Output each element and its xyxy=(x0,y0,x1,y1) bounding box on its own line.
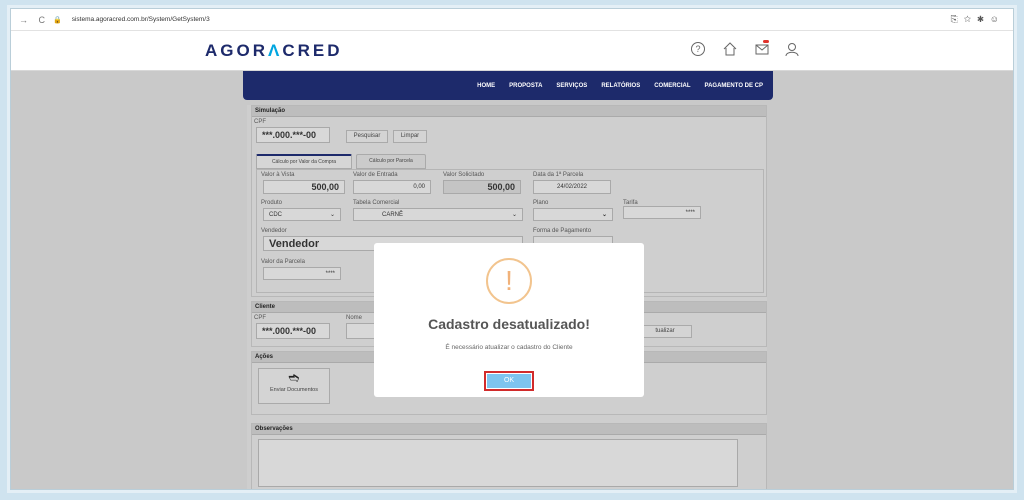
ok-button[interactable]: OK xyxy=(484,371,534,391)
browser-toolbar: → C 🔒 sistema.agoracred.com.br/System/Ge… xyxy=(11,9,1013,31)
valor-parcela-label: Valor da Parcela xyxy=(261,259,305,265)
tab-parcela[interactable]: Cálculo por Parcela xyxy=(356,154,426,169)
browser-nav-buttons[interactable]: → C xyxy=(19,15,49,25)
nome-label: Nome xyxy=(346,315,363,321)
pesquisar-button[interactable]: Pesquisar xyxy=(346,130,388,143)
cpf-field[interactable]: ***.000.***-00 xyxy=(256,127,330,143)
valor-vista-field[interactable]: 500,00 xyxy=(263,180,345,194)
lock-icon: 🔒 xyxy=(53,16,62,24)
cpf-label: CPF xyxy=(254,119,266,125)
produto-label: Produto xyxy=(261,200,283,206)
nav-proposta[interactable]: PROPOSTA xyxy=(509,83,542,89)
help-icon[interactable]: ? xyxy=(689,41,707,59)
nav-relatorios[interactable]: RELATÓRIOS xyxy=(601,83,640,89)
simulacao-title: Simulação xyxy=(252,106,766,117)
cliente-cpf-label: CPF xyxy=(254,315,266,321)
tabela-label: Tabela Comercial xyxy=(353,200,400,206)
valor-parcela-field: **** xyxy=(263,267,341,280)
app-header: AGORΛCRED ? xyxy=(11,31,1013,71)
nav-comercial[interactable]: COMERCIAL xyxy=(654,83,690,89)
cliente-cpf-field[interactable]: ***.000.***-00 xyxy=(256,323,330,339)
address-bar[interactable]: sistema.agoracred.com.br/System/GetSyste… xyxy=(72,16,210,23)
mail-icon[interactable] xyxy=(753,41,771,59)
scanner-icon: ➬ xyxy=(288,370,300,385)
atualizar-button[interactable]: tualizar xyxy=(638,325,692,338)
vendedor-label: Vendedor xyxy=(261,228,287,234)
main-nav: HOME PROPOSTA SERVIÇOS RELATÓRIOS COMERC… xyxy=(243,71,773,100)
agoracred-logo[interactable]: AGORΛCRED xyxy=(205,41,343,61)
user-icon[interactable] xyxy=(783,41,801,59)
modal-message: É necessário atualizar o cadastro do Cli… xyxy=(445,344,573,351)
tabela-select[interactable]: CARNÊ ⌄ xyxy=(353,208,523,221)
nav-pagamento[interactable]: PAGAMENTO DE CP xyxy=(705,83,763,89)
warning-icon: ! xyxy=(486,258,532,304)
enviar-documentos-button[interactable]: ➬ Enviar Documentos xyxy=(258,368,330,404)
alert-modal: ! Cadastro desatualizado! É necessário a… xyxy=(374,243,644,397)
observacoes-panel: Observações xyxy=(251,423,767,489)
tab-valor-compra[interactable]: Cálculo por Valor da Compra xyxy=(256,154,352,169)
forma-pagamento-label: Forma de Pagamento xyxy=(533,228,592,234)
browser-window: → C 🔒 sistema.agoracred.com.br/System/Ge… xyxy=(10,8,1014,490)
observacoes-textarea[interactable] xyxy=(258,439,738,487)
tarifa-field: **** xyxy=(623,206,701,219)
enviar-documentos-label: Enviar Documentos xyxy=(270,387,318,393)
plano-select[interactable]: ⌄ xyxy=(533,208,613,221)
nav-home[interactable]: HOME xyxy=(477,83,495,89)
ok-button-label: OK xyxy=(487,374,531,388)
produto-select[interactable]: CDC ⌄ xyxy=(263,208,341,221)
valor-entrada-label: Valor de Entrada xyxy=(353,172,398,178)
data-parcela-label: Data da 1ª Parcela xyxy=(533,172,584,178)
valor-vista-label: Valor à Vista xyxy=(261,172,295,178)
data-parcela-field[interactable]: 24/02/2022 xyxy=(533,180,611,194)
nav-servicos[interactable]: SERVIÇOS xyxy=(556,83,587,89)
modal-title: Cadastro desatualizado! xyxy=(428,316,590,332)
valor-solicitado-label: Valor Solicitado xyxy=(443,172,485,178)
limpar-button[interactable]: Limpar xyxy=(393,130,427,143)
svg-text:?: ? xyxy=(695,44,700,54)
home-icon[interactable] xyxy=(721,41,739,59)
observacoes-title: Observações xyxy=(252,424,766,435)
chevron-down-icon: ⌄ xyxy=(601,212,607,218)
chevron-down-icon: ⌄ xyxy=(511,212,517,218)
chevron-down-icon: ⌄ xyxy=(329,212,335,218)
valor-solicitado-field: 500,00 xyxy=(443,180,521,194)
browser-extension-icons[interactable]: ⎘☆✱☺ xyxy=(951,14,1005,25)
valor-entrada-field[interactable]: 0,00 xyxy=(353,180,431,194)
plano-label: Plano xyxy=(533,200,549,206)
